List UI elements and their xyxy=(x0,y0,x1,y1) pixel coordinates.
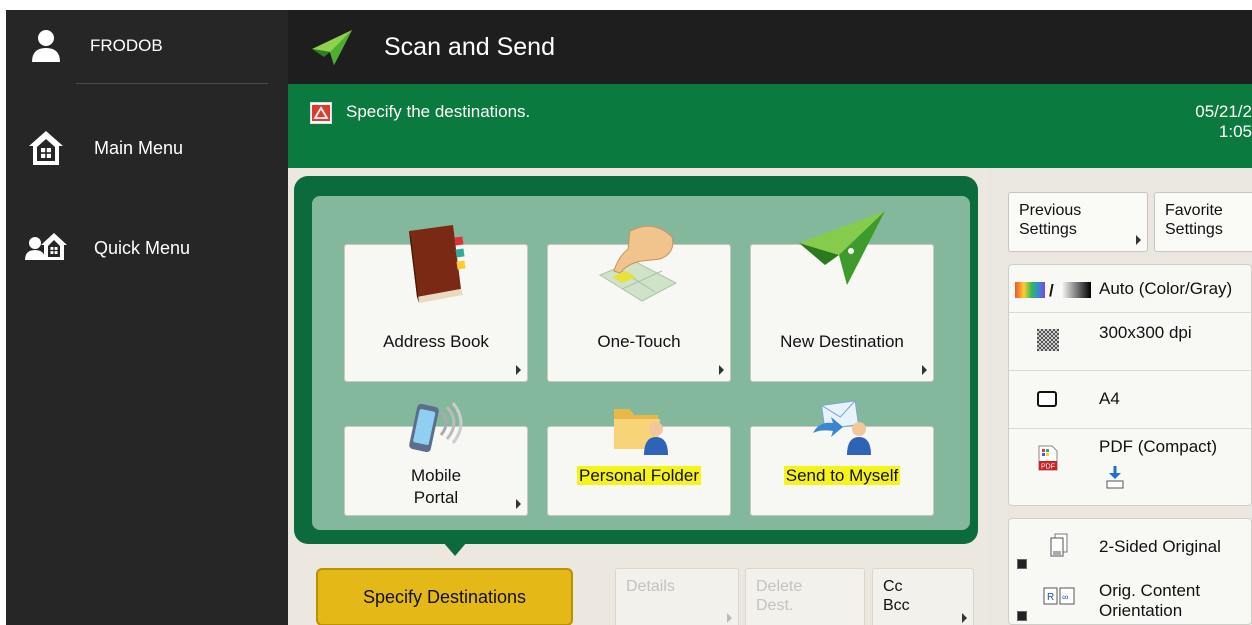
button-label: Favorite xyxy=(1165,202,1223,219)
orientation-value: Orig. Content Orientation xyxy=(1099,581,1200,621)
tile-label: Send to Myself xyxy=(751,465,933,487)
submenu-arrow-icon xyxy=(1136,235,1141,245)
panel-pointer xyxy=(443,542,467,556)
two-sided-value: 2-Sided Original xyxy=(1099,537,1221,556)
svg-text:R: R xyxy=(1047,592,1054,603)
svg-text:∞: ∞ xyxy=(1062,592,1068,602)
one-touch-button[interactable]: One-Touch xyxy=(547,225,731,382)
sidebar: FRODOB Main Menu Quick Menu xyxy=(6,10,288,625)
time-text: 1:05 xyxy=(1218,122,1252,141)
message-bar: Specify the destinations. 05/21/2 1:05 xyxy=(288,84,1252,168)
color-mode-setting[interactable]: / Auto (Color/Gray) xyxy=(1009,265,1252,313)
page-title: Scan and Send xyxy=(384,32,555,61)
main-content: Address Book One-Touch New Destination M… xyxy=(288,168,1252,625)
expand-icon xyxy=(1017,559,1027,569)
submenu-arrow-icon xyxy=(922,365,927,375)
send-to-myself-icon xyxy=(813,400,871,455)
sidebar-item-main-menu[interactable]: Main Menu xyxy=(6,118,288,178)
tile-label: Mobile Portal xyxy=(345,465,527,509)
resolution-value: 300x300 dpi xyxy=(1099,323,1192,342)
new-destination-button[interactable]: New Destination xyxy=(750,211,934,382)
paper-plane-icon xyxy=(799,211,885,285)
button-label: Settings xyxy=(1019,221,1077,238)
specify-destinations-button[interactable]: Specify Destinations xyxy=(316,568,573,625)
orientation-line: Orig. Content xyxy=(1099,581,1201,600)
destination-tiles: Address Book One-Touch New Destination M… xyxy=(312,196,970,530)
highlighted-label: Send to Myself xyxy=(783,466,901,485)
submenu-arrow-icon xyxy=(727,613,732,623)
button-label: Cc xyxy=(883,578,903,595)
user-icon xyxy=(18,22,74,70)
two-sided-original-setting[interactable]: 2-Sided Original xyxy=(1009,529,1252,573)
status-message: Specify the destinations. xyxy=(346,102,531,121)
orientation-icon: R ∞ xyxy=(1043,587,1075,605)
divider xyxy=(76,83,268,84)
paper-size-setting[interactable]: A4 xyxy=(1009,371,1252,429)
tile-label: Personal Folder xyxy=(548,465,730,487)
scan-options: 2-Sided Original R ∞ Orig. Content Orien… xyxy=(1008,518,1252,625)
settings-panel: Previous Settings Favorite Settings / Au… xyxy=(988,168,1252,625)
favorite-settings-button[interactable]: Favorite Settings xyxy=(1154,192,1252,252)
paper-size-icon xyxy=(1037,391,1057,407)
personal-folder-button[interactable]: Personal Folder xyxy=(547,409,731,516)
one-touch-icon xyxy=(598,225,678,302)
send-icon xyxy=(312,30,352,65)
sidebar-item-label: Quick Menu xyxy=(94,237,191,258)
two-sided-icon xyxy=(1050,533,1068,557)
submenu-arrow-icon xyxy=(516,499,521,509)
warning-icon xyxy=(310,102,332,124)
tile-label-line: Portal xyxy=(413,488,459,507)
submenu-arrow-icon xyxy=(719,365,724,375)
scan-settings: / Auto (Color/Gray) 300x300 dpi A4 PDF P… xyxy=(1008,264,1252,506)
date-text: 05/21/2 xyxy=(1195,102,1252,121)
date-time: 05/21/2 1:05 xyxy=(1195,102,1252,142)
compress-download-icon xyxy=(1106,466,1124,489)
paper-size-value: A4 xyxy=(1099,389,1120,408)
tile-label: One-Touch xyxy=(597,332,681,351)
submenu-arrow-icon xyxy=(962,613,967,623)
mobile-portal-button[interactable]: Mobile Portal xyxy=(344,402,528,516)
mobile-device-icon xyxy=(409,402,463,453)
user-name: FRODOB xyxy=(90,36,163,55)
previous-settings-button[interactable]: Previous Settings xyxy=(1008,192,1148,252)
button-label: Dest. xyxy=(756,597,794,614)
orientation-line: Orientation xyxy=(1099,601,1183,620)
send-to-myself-button[interactable]: Send to Myself xyxy=(750,400,934,516)
color-mode-icon: / xyxy=(1015,281,1091,299)
button-label: Details xyxy=(626,578,675,595)
resolution-setting[interactable]: 300x300 dpi xyxy=(1009,313,1252,371)
delete-dest-button[interactable]: Delete Dest. xyxy=(745,568,865,625)
button-label: Bcc xyxy=(883,597,910,614)
highlighted-label: Personal Folder xyxy=(576,466,701,485)
file-format-setting[interactable]: PDF PDF (Compact) xyxy=(1009,429,1252,507)
svg-text:PDF: PDF xyxy=(1041,464,1055,471)
destination-panel: Address Book One-Touch New Destination M… xyxy=(294,176,978,544)
personal-folder-icon xyxy=(614,409,668,455)
color-mode-value: Auto (Color/Gray) xyxy=(1099,279,1233,298)
submenu-arrow-icon xyxy=(516,365,521,375)
expand-icon xyxy=(1017,611,1027,621)
button-label: Delete xyxy=(756,578,803,595)
orientation-setting[interactable]: R ∞ Orig. Content Orientation xyxy=(1009,581,1252,625)
app-header: Scan and Send xyxy=(288,10,1252,84)
sidebar-item-quick-menu[interactable]: Quick Menu xyxy=(6,218,288,278)
sidebar-item-label: Main Menu xyxy=(94,137,184,158)
tile-label-line: Mobile xyxy=(410,466,462,485)
svg-text:/: / xyxy=(1049,281,1054,299)
tile-label: New Destination xyxy=(780,332,904,351)
address-book-button[interactable]: Address Book xyxy=(344,225,528,382)
resolution-icon xyxy=(1037,329,1059,351)
cc-bcc-button[interactable]: Cc Bcc xyxy=(872,568,974,625)
tile-label: Address Book xyxy=(383,332,489,351)
file-format-value: PDF (Compact) xyxy=(1099,437,1218,456)
pdf-icon: PDF xyxy=(1038,445,1058,471)
address-book-icon xyxy=(409,225,466,303)
user-account[interactable]: FRODOB xyxy=(6,18,288,74)
scan-send-screen: FRODOB Main Menu Quick Menu Scan and Sen… xyxy=(6,10,1252,625)
quick-menu-icon xyxy=(18,224,74,272)
button-label: Previous xyxy=(1019,202,1082,219)
home-icon xyxy=(18,124,74,172)
button-label: Settings xyxy=(1165,221,1223,238)
details-button[interactable]: Details xyxy=(615,568,739,625)
